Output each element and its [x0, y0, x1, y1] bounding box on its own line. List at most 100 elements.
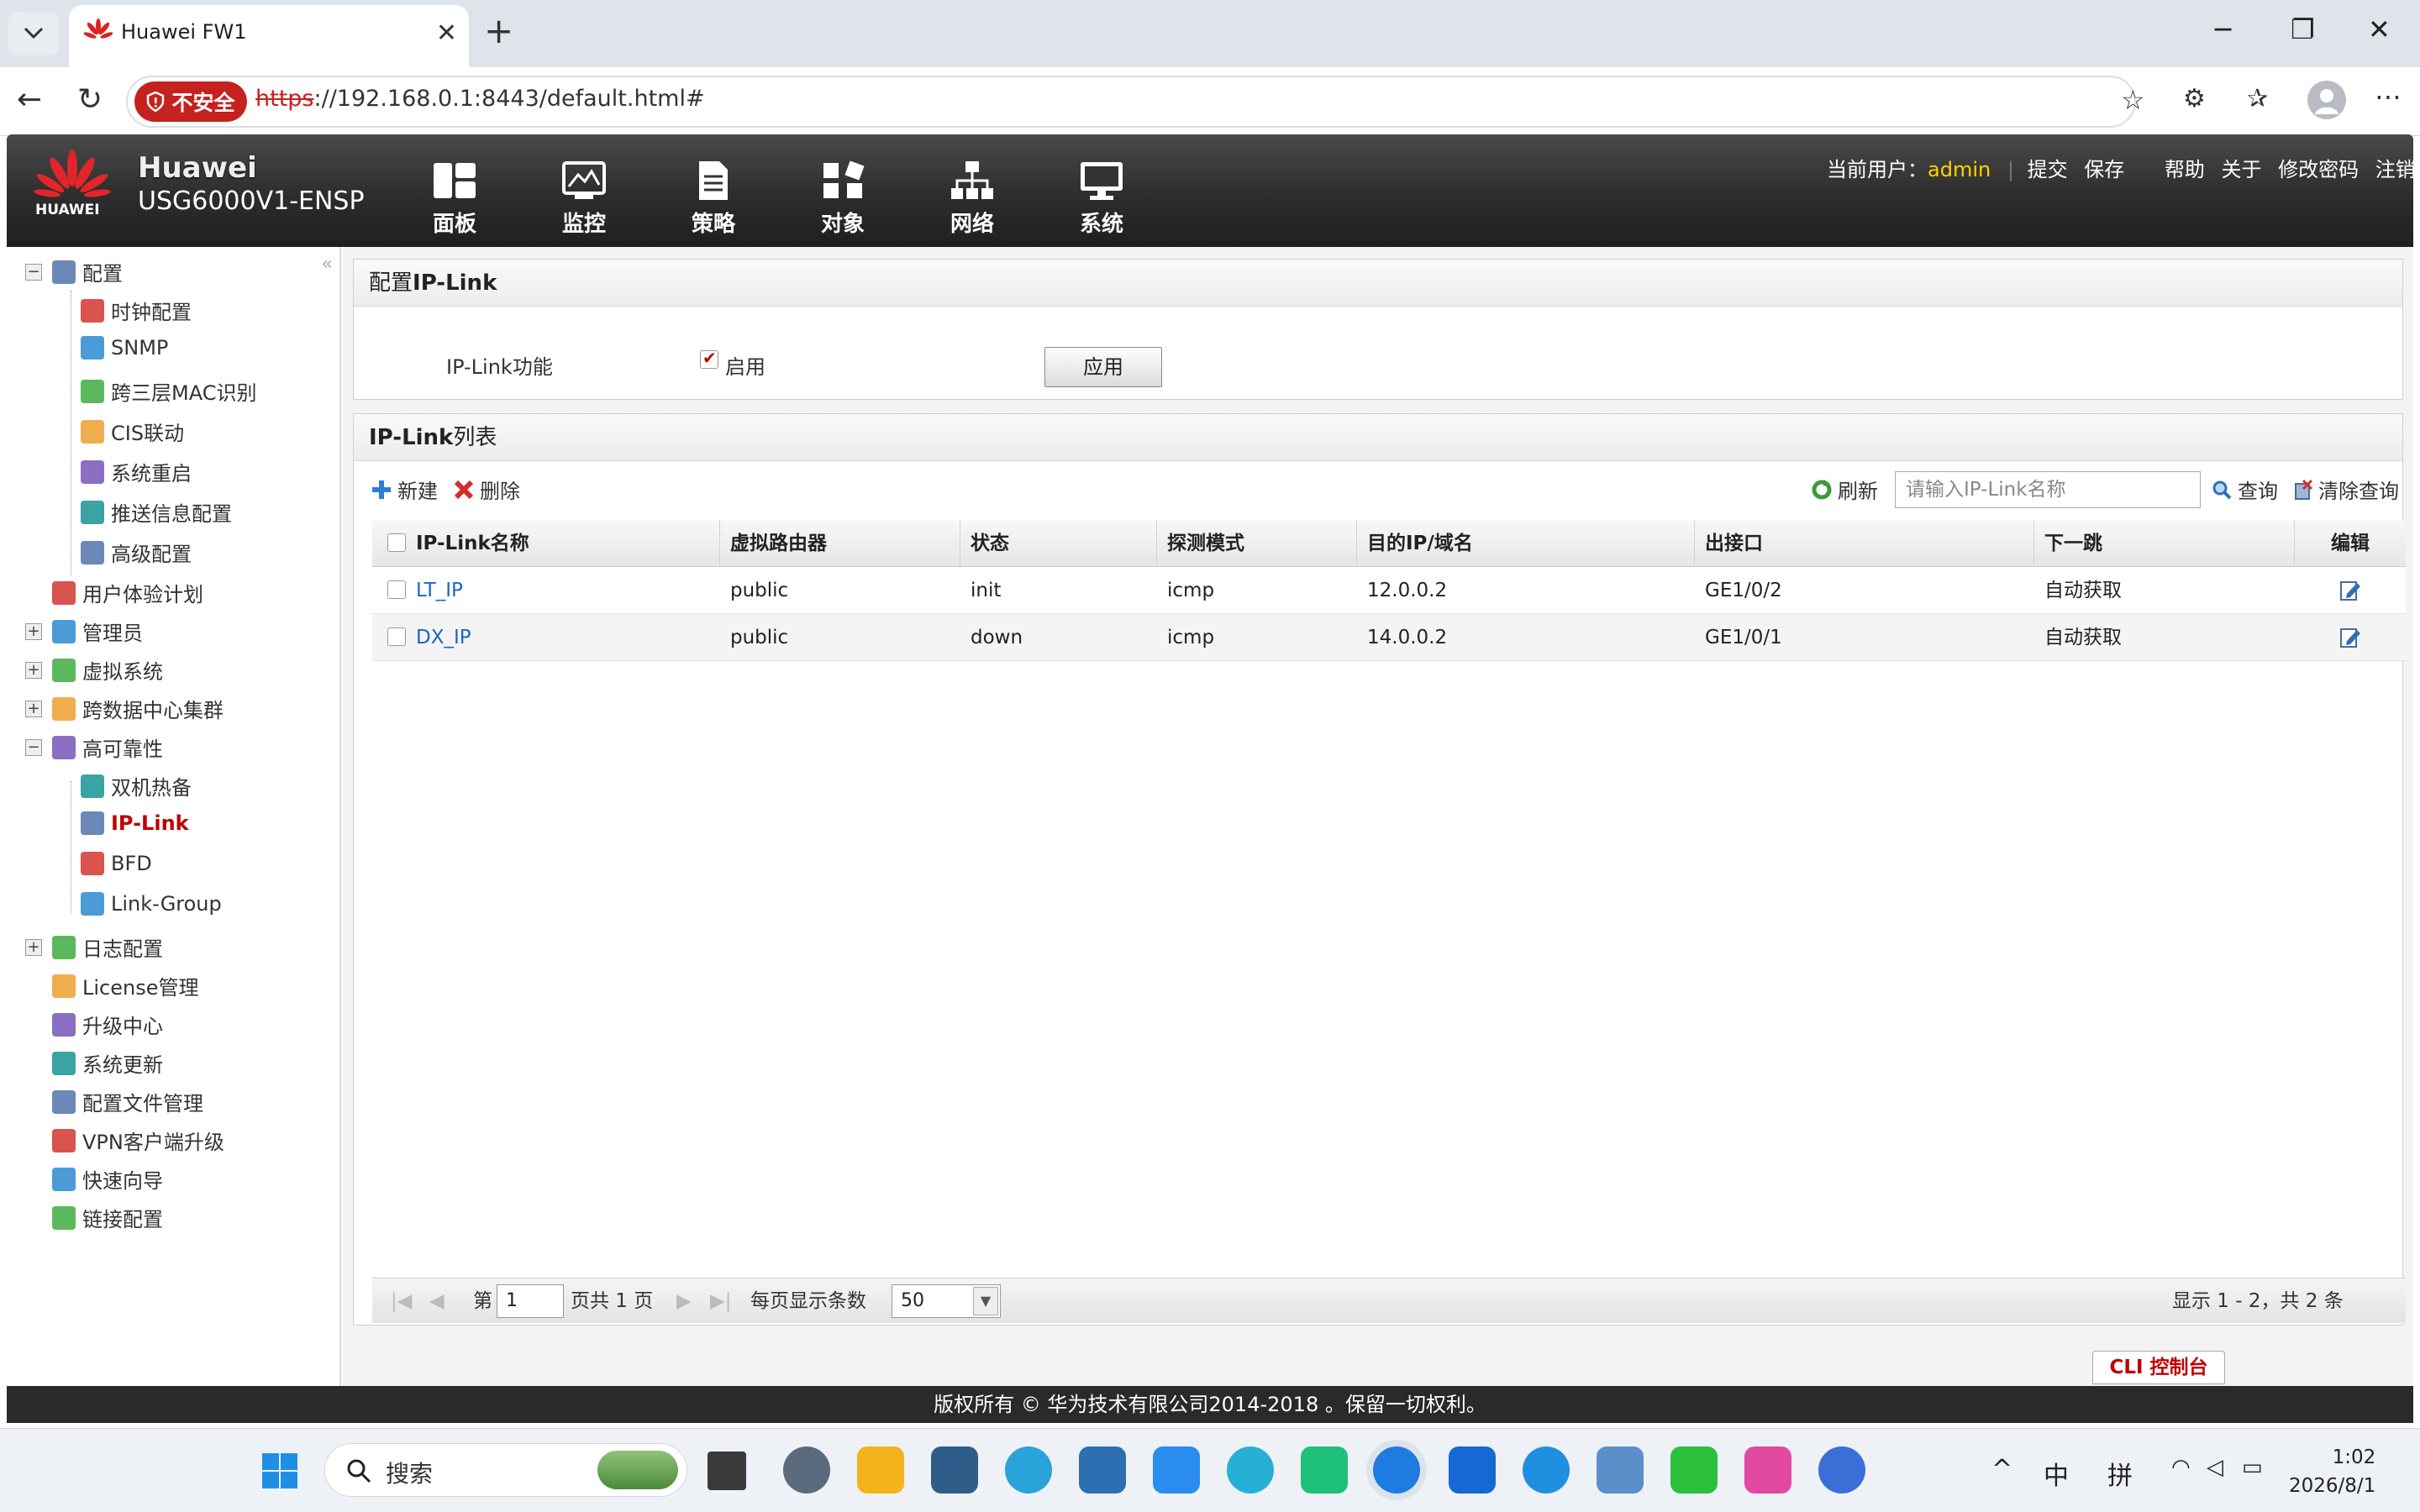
sidebar-item[interactable]: CIS联动: [81, 417, 184, 446]
new-button[interactable]: 新建: [371, 475, 438, 504]
col-dest-ip[interactable]: 目的IP/域名: [1357, 520, 1695, 567]
sidebar-item[interactable]: 系统重启: [81, 457, 192, 486]
new-tab-button[interactable]: +: [484, 10, 513, 51]
col-status[interactable]: 状态: [960, 520, 1157, 567]
ime-mode[interactable]: 拼: [2107, 1455, 2133, 1492]
app-icon-8[interactable]: [1597, 1446, 1644, 1494]
volume-icon[interactable]: ◁: [2207, 1455, 2223, 1480]
col-name[interactable]: IP-Link名称: [406, 520, 720, 567]
tray-overflow-icon[interactable]: ^: [1991, 1455, 2012, 1484]
per-page-select[interactable]: 50 ▼: [892, 1284, 1001, 1318]
tree-expander-icon[interactable]: +: [25, 622, 42, 640]
wechat-icon[interactable]: [1670, 1446, 1718, 1494]
row-checkbox[interactable]: [387, 580, 406, 599]
restore-button[interactable]: ❐: [2291, 13, 2315, 45]
sidebar-item[interactable]: BFD: [81, 852, 152, 875]
collapse-sidebar-icon[interactable]: «: [322, 254, 333, 275]
sidebar-item[interactable]: 升级中心: [25, 1010, 163, 1039]
sidebar-item[interactable]: 双机热备: [81, 771, 192, 801]
close-window-button[interactable]: ✕: [2368, 13, 2391, 45]
sidebar-item[interactable]: 用户体验计划: [25, 578, 203, 607]
refresh-button[interactable]: 刷新: [1811, 475, 1878, 504]
iplink-name-link[interactable]: LT_IP: [406, 567, 463, 614]
favorite-star-icon[interactable]: ☆: [2121, 84, 2145, 116]
file-explorer-icon[interactable]: [857, 1446, 904, 1494]
sidebar-item[interactable]: IP-Link: [81, 811, 189, 835]
edge-browser-icon[interactable]: [1373, 1446, 1420, 1494]
col-out-interface[interactable]: 出接口: [1695, 520, 2034, 567]
app-icon-3[interactable]: [1079, 1446, 1126, 1494]
edit-icon[interactable]: [2338, 579, 2362, 602]
nav-policy[interactable]: 策略: [667, 160, 760, 238]
sidebar-item[interactable]: License管理: [25, 971, 198, 1000]
app-icon-10[interactable]: [1818, 1446, 1865, 1494]
page-number-input[interactable]: 1: [497, 1284, 564, 1318]
sidebar-item[interactable]: 快速向导: [25, 1164, 163, 1194]
sidebar-item[interactable]: 时钟配置: [81, 296, 192, 325]
app-icon-7[interactable]: [1449, 1446, 1496, 1494]
app-icon-2[interactable]: [1005, 1446, 1052, 1494]
app-icon-5[interactable]: [1227, 1446, 1274, 1494]
system-clock[interactable]: 1:02 2026/8/1: [2289, 1443, 2375, 1500]
prev-page-icon[interactable]: ◀: [429, 1278, 445, 1324]
profile-avatar[interactable]: [2307, 81, 2346, 119]
sidebar-item[interactable]: Link-Group: [81, 892, 222, 916]
taskbar-search-box[interactable]: 搜索: [324, 1443, 687, 1497]
wifi-icon[interactable]: ◠: [2171, 1455, 2191, 1480]
next-page-icon[interactable]: ▶: [676, 1278, 692, 1324]
sidebar-item[interactable]: SNMP: [81, 336, 168, 360]
iplink-search-input[interactable]: 请输入IP-Link名称: [1895, 471, 2201, 508]
minimize-button[interactable]: ─: [2215, 13, 2231, 45]
col-probe-mode[interactable]: 探测模式: [1157, 520, 1357, 567]
row-checkbox[interactable]: [387, 627, 406, 646]
last-page-icon[interactable]: ▶|: [710, 1278, 731, 1324]
windows-start-icon[interactable]: [260, 1452, 299, 1490]
save-link[interactable]: 保存: [2084, 158, 2124, 181]
nav-network[interactable]: 网络: [926, 160, 1018, 238]
sidebar-item[interactable]: 跨三层MAC识别: [81, 376, 256, 406]
col-next-hop[interactable]: 下一跳: [2034, 520, 2295, 567]
task-view-icon[interactable]: [708, 1452, 746, 1490]
tab-close-icon[interactable]: ✕: [436, 18, 457, 48]
sidebar-item[interactable]: − 配置: [25, 257, 123, 286]
chevron-down-icon[interactable]: ▼: [973, 1287, 998, 1315]
edge-ai-icon[interactable]: [1523, 1446, 1570, 1494]
about-link[interactable]: 关于: [2222, 158, 2262, 181]
app-icon-4[interactable]: [1153, 1446, 1200, 1494]
nav-object[interactable]: 对象: [797, 160, 889, 238]
extensions-icon[interactable]: ⚙: [2183, 84, 2206, 113]
logout-link[interactable]: 注销: [2375, 158, 2416, 181]
first-page-icon[interactable]: |◀: [391, 1278, 412, 1324]
sidebar-item[interactable]: + 虚拟系统: [25, 655, 163, 685]
sidebar-item[interactable]: + 跨数据中心集群: [25, 694, 224, 723]
back-icon[interactable]: ←: [17, 82, 42, 117]
tree-expander-icon[interactable]: +: [25, 700, 42, 717]
nav-system[interactable]: 系统: [1055, 160, 1148, 238]
url-text[interactable]: https://192.168.0.1:8443/default.html#: [255, 86, 705, 112]
clear-query-button[interactable]: 清除查询: [2291, 475, 2399, 504]
favorites-list-icon[interactable]: ✰: [2247, 84, 2268, 113]
iplink-name-link[interactable]: DX_IP: [406, 614, 471, 661]
edit-icon[interactable]: [2338, 626, 2362, 649]
security-warning-badge[interactable]: 不安全: [134, 81, 247, 122]
tree-expander-icon[interactable]: +: [25, 938, 42, 956]
battery-icon[interactable]: ▭: [2242, 1455, 2263, 1480]
tree-expander-icon[interactable]: −: [25, 263, 42, 281]
change-password-link[interactable]: 修改密码: [2278, 158, 2359, 181]
tab-list-menu-button[interactable]: [8, 12, 59, 55]
cli-console-button[interactable]: CLI 控制台: [2092, 1351, 2225, 1384]
reload-icon[interactable]: ↻: [77, 82, 103, 117]
commit-link[interactable]: 提交: [2028, 158, 2068, 181]
apply-button[interactable]: 应用: [1044, 347, 1162, 387]
sidebar-item[interactable]: 推送信息配置: [81, 497, 232, 527]
sidebar-item[interactable]: VPN客户端升级: [25, 1126, 224, 1155]
query-button[interactable]: 查询: [2211, 475, 2278, 504]
app-icon-1[interactable]: [931, 1446, 978, 1494]
sidebar-item[interactable]: 链接配置: [25, 1203, 163, 1232]
nav-dashboard[interactable]: 面板: [408, 160, 501, 238]
ime-language[interactable]: 中: [2044, 1455, 2069, 1492]
sidebar-item[interactable]: + 日志配置: [25, 932, 163, 962]
sidebar-item[interactable]: 高级配置: [81, 538, 192, 567]
table-row[interactable]: DX_IP public down icmp 14.0.0.2 GE1/0/1 …: [372, 614, 2406, 661]
sidebar-item[interactable]: 配置文件管理: [25, 1087, 203, 1116]
